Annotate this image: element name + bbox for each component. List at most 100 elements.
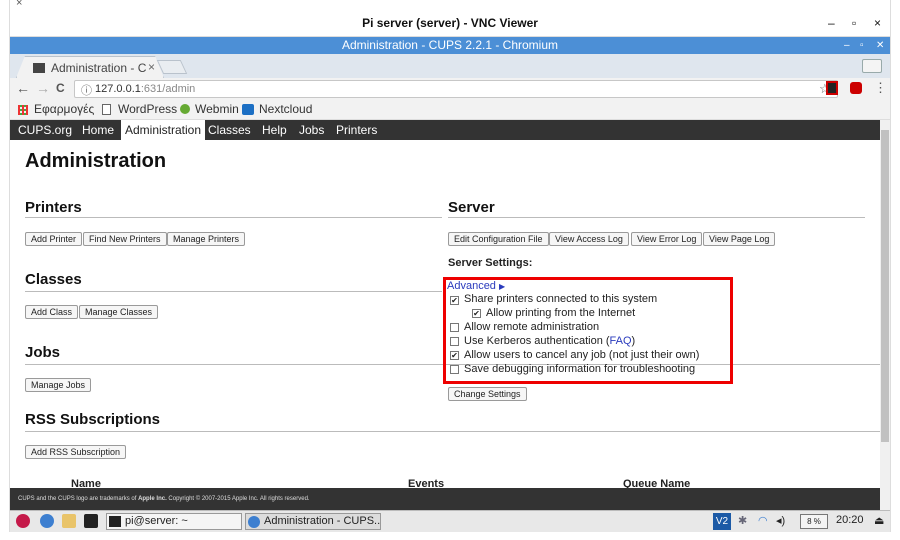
vnc-close-button[interactable]: ×	[874, 11, 881, 35]
task-chromium[interactable]: Administration - CUPS...	[245, 513, 381, 530]
nav-home[interactable]: Home	[78, 120, 118, 140]
find-new-printers-button[interactable]: Find New Printers	[83, 232, 167, 246]
bookmarks-bar: Εφαρμογές WordPress Webmin Nextcloud	[10, 100, 890, 120]
classes-divider	[25, 291, 442, 292]
view-access-log-button[interactable]: View Access Log	[549, 232, 629, 246]
profile-button[interactable]	[862, 59, 882, 73]
address-toolbar: ← → C ⓘ 127.0.0.1:631/admin ☆ ⋮	[10, 78, 890, 100]
file-manager-icon[interactable]	[62, 514, 76, 528]
tab-administration[interactable]: Administration - C ×	[16, 56, 164, 78]
ublock-icon[interactable]	[850, 82, 862, 94]
browser-window-title: Administration - CUPS 2.2.1 - Chromium	[341, 38, 559, 52]
printers-divider	[25, 217, 442, 218]
manage-jobs-button[interactable]: Manage Jobs	[25, 378, 92, 392]
outer-close-icon[interactable]: ×	[16, 0, 22, 9]
rss-column-name: Name	[71, 478, 101, 488]
bookmark-nextcloud[interactable]: Nextcloud	[259, 102, 312, 116]
add-class-button[interactable]: Add Class	[25, 305, 79, 319]
browser-restore-button[interactable]: ▫	[860, 37, 864, 54]
nextcloud-icon	[242, 104, 254, 115]
jobs-heading: Jobs	[25, 344, 61, 361]
tab-close-icon[interactable]: ×	[148, 60, 155, 74]
terminal-icon	[109, 516, 121, 527]
cups-nav-bar: CUPS.org Home Administration Classes Hel…	[10, 120, 880, 140]
manage-classes-button[interactable]: Manage Classes	[79, 305, 159, 319]
vnc-tray-icon[interactable]: V2	[713, 513, 731, 530]
url-host: 127.0.0.1	[95, 83, 141, 95]
nav-jobs[interactable]: Jobs	[295, 120, 328, 140]
page-title: Administration	[25, 150, 167, 172]
nav-printers[interactable]: Printers	[332, 120, 381, 140]
add-rss-subscription-button[interactable]: Add RSS Subscription	[25, 445, 127, 459]
vnc-minimize-button[interactable]: –	[828, 11, 835, 35]
browser-titlebar: Administration - CUPS 2.2.1 - Chromium –…	[10, 37, 890, 54]
footer-text-b: Copyright © 2007-2015 Apple Inc. All rig…	[166, 496, 310, 502]
server-settings-label: Server Settings:	[448, 257, 533, 269]
site-info-icon[interactable]: ⓘ	[81, 82, 92, 98]
right-edge	[890, 0, 891, 540]
page-scrollbar[interactable]	[880, 120, 890, 510]
browser-close-button[interactable]: ✕	[876, 37, 884, 54]
nav-classes[interactable]: Classes	[204, 120, 255, 140]
taskbar: pi@server: ~ Administration - CUPS... V2…	[10, 510, 890, 532]
vnc-titlebar: Pi server (server) - VNC Viewer – ▫ ×	[10, 11, 890, 37]
printers-heading: Printers	[25, 199, 82, 216]
chromium-icon	[248, 516, 260, 528]
rss-column-queue-name: Queue Name	[623, 478, 691, 488]
bookmark-wordpress[interactable]: WordPress	[118, 102, 177, 116]
bookmark-webmin[interactable]: Webmin	[195, 102, 239, 116]
scrollbar-thumb[interactable]	[881, 130, 889, 442]
bookmark-apps[interactable]: Εφαρμογές	[34, 102, 94, 116]
nav-administration[interactable]: Administration	[121, 120, 206, 140]
vnc-maximize-button[interactable]: ▫	[852, 11, 856, 35]
new-tab-button[interactable]	[156, 60, 188, 74]
server-heading: Server	[448, 199, 495, 216]
extension-icon[interactable]	[826, 81, 838, 95]
vnc-title: Pi server (server) - VNC Viewer	[362, 16, 538, 30]
server-divider	[448, 217, 865, 218]
outer-top-strip: ×	[0, 0, 900, 11]
volume-icon[interactable]: ◂)	[776, 514, 785, 527]
classes-heading: Classes	[25, 271, 82, 288]
reload-button[interactable]: C	[56, 81, 65, 95]
forward-button[interactable]: →	[36, 80, 50, 96]
menu-kebab-icon[interactable]: ⋮	[874, 80, 887, 96]
back-button[interactable]: ←	[16, 80, 30, 96]
manage-printers-button[interactable]: Manage Printers	[167, 232, 246, 246]
page-icon	[102, 104, 111, 115]
url-input[interactable]: ⓘ 127.0.0.1:631/admin ☆	[74, 80, 838, 98]
apps-grid-icon	[18, 105, 28, 115]
raspberry-menu-icon[interactable]	[16, 514, 30, 528]
url-text: 127.0.0.1:631/admin	[95, 83, 195, 95]
tab-label: Administration - C	[51, 61, 146, 75]
clock: 20:20	[836, 514, 864, 526]
cups-footer: CUPS and the CUPS logo are trademarks of…	[10, 488, 880, 510]
bluetooth-icon[interactable]: ✱	[738, 514, 747, 527]
tab-bar: Administration - C ×	[10, 54, 890, 78]
change-settings-button[interactable]: Change Settings	[448, 387, 527, 401]
browser-minimize-button[interactable]: –	[844, 37, 850, 54]
add-printer-button[interactable]: Add Printer	[25, 232, 83, 246]
view-error-log-button[interactable]: View Error Log	[631, 232, 703, 246]
eject-icon[interactable]: ⏏	[874, 514, 884, 527]
cpu-monitor: 8 %	[800, 514, 828, 529]
task-terminal-label: pi@server: ~	[125, 515, 188, 527]
edit-configuration-file-button[interactable]: Edit Configuration File	[448, 232, 549, 246]
terminal-launcher-icon[interactable]	[84, 514, 98, 528]
outer-bottom-strip	[0, 532, 900, 540]
task-terminal[interactable]: pi@server: ~	[106, 513, 242, 530]
task-chromium-label: Administration - CUPS...	[264, 515, 381, 527]
webmin-icon	[180, 104, 190, 114]
view-page-log-button[interactable]: View Page Log	[703, 232, 776, 246]
highlight-box	[443, 277, 733, 384]
rss-divider	[25, 431, 880, 432]
footer-brand: Apple Inc.	[138, 496, 167, 502]
footer-text-a: CUPS and the CUPS logo are trademarks of	[18, 496, 139, 502]
nav-cups-org[interactable]: CUPS.org	[14, 120, 76, 140]
wifi-icon[interactable]: ◠	[758, 514, 768, 527]
url-path: :631/admin	[140, 83, 196, 95]
rss-heading: RSS Subscriptions	[25, 411, 161, 428]
cups-favicon-icon	[33, 63, 45, 73]
nav-help[interactable]: Help	[258, 120, 291, 140]
browser-launcher-icon[interactable]	[40, 514, 54, 528]
